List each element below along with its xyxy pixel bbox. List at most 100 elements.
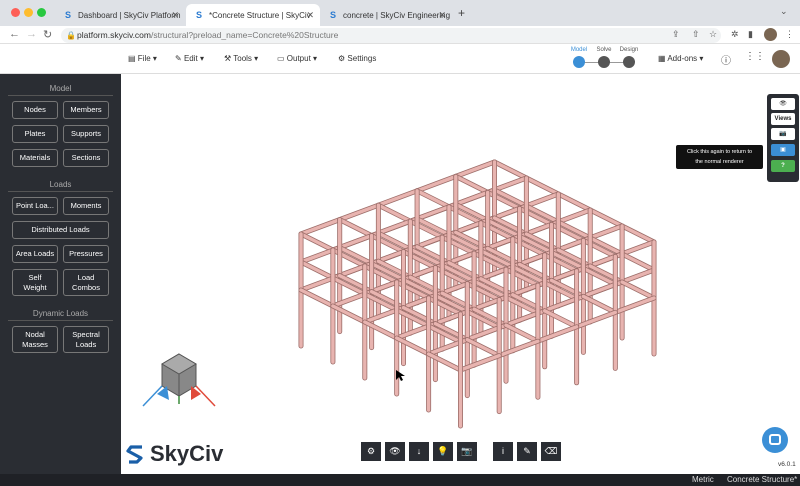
load-combos-button[interactable]: Load Combos [63, 269, 109, 296]
addons-menu[interactable]: ▦ Add-ons ▾ [658, 54, 703, 63]
close-icon[interactable]: ✕ [171, 10, 179, 21]
close-window-button[interactable] [11, 8, 20, 17]
model-canvas[interactable] [121, 74, 800, 474]
plates-button[interactable]: Plates [12, 125, 58, 143]
stage-solve-button[interactable] [598, 56, 610, 68]
render-options-icon[interactable]: ⚙ [361, 442, 381, 461]
addons-menu-label: Add-ons [667, 54, 698, 63]
structural-member[interactable] [492, 160, 529, 180]
maximize-window-button[interactable] [37, 8, 46, 17]
edit-menu[interactable]: ✎ Edit ▾ [175, 54, 204, 63]
pencil-icon[interactable]: ✎ [517, 442, 537, 461]
close-icon[interactable]: ✕ [438, 10, 446, 21]
more-menu-icon[interactable]: ⋮ [785, 29, 794, 40]
structural-member[interactable] [415, 174, 458, 193]
moments-button[interactable]: Moments [63, 197, 109, 215]
profile-avatar[interactable] [764, 28, 777, 41]
structural-member[interactable] [454, 160, 497, 179]
light-bulb-icon[interactable]: 💡 [433, 442, 453, 461]
structural-member[interactable] [337, 203, 381, 222]
eraser-icon[interactable]: ⌫ [541, 442, 561, 461]
info-icon[interactable]: i [493, 442, 513, 461]
user-avatar[interactable] [772, 50, 790, 68]
structural-member[interactable] [620, 224, 656, 244]
sidebar-panel-icon[interactable]: ▮ [748, 29, 753, 40]
structural-member[interactable] [588, 208, 624, 228]
structural-member[interactable] [415, 189, 451, 209]
structure-3d-view[interactable] [121, 74, 800, 474]
distributed-loads-button[interactable]: Distributed Loads [12, 221, 109, 239]
visibility-eye-icon[interactable]: 👁 [385, 442, 405, 461]
screenshot-camera-icon[interactable]: 📷 [457, 442, 477, 461]
section-title-loads: Loads [49, 180, 72, 189]
bookmark-star-icon[interactable]: ☆ [709, 29, 717, 40]
browser-tab-concrete-structure[interactable]: S *Concrete Structure | SkyCiv ✕ [186, 4, 320, 26]
help-question-icon[interactable]: ? [771, 160, 795, 172]
tools-menu[interactable]: ⚒ Tools ▾ [224, 54, 258, 63]
apps-grid-icon[interactable]: ⋮⋮ [745, 51, 765, 62]
nodal-masses-button[interactable]: Nodal Masses [12, 326, 58, 353]
project-name: Concrete Structure* [727, 475, 798, 484]
eye-icon[interactable]: 👁 [771, 98, 795, 110]
close-icon[interactable]: ✕ [306, 10, 314, 21]
pressures-button[interactable]: Pressures [63, 245, 109, 263]
output-menu[interactable]: ▭ Output ▾ [277, 54, 317, 63]
view-cube-icon[interactable] [142, 353, 216, 407]
stage-model-button[interactable] [573, 56, 585, 68]
structural-member[interactable] [376, 189, 419, 207]
sections-button[interactable]: Sections [63, 149, 109, 167]
point-loads-button[interactable]: Point Loa... [12, 197, 58, 215]
back-arrow-icon[interactable]: ← [9, 28, 20, 40]
structural-member[interactable] [524, 176, 560, 196]
materials-button[interactable]: Materials [12, 149, 58, 167]
forward-arrow-icon[interactable]: → [26, 28, 37, 40]
units-indicator[interactable]: Metric [692, 475, 714, 484]
stage-design-button[interactable] [623, 56, 635, 68]
members-button[interactable]: Members [63, 101, 109, 119]
chevron-down-icon[interactable]: ⌄ [780, 6, 788, 17]
self-weight-button[interactable]: Self Weight [12, 269, 58, 296]
minimize-window-button[interactable] [24, 8, 33, 17]
spectral-loads-label-line2: Loads [75, 339, 97, 349]
status-bar: Metric Concrete Structure* [0, 474, 800, 486]
structural-member[interactable] [556, 192, 592, 212]
camera-icon[interactable]: 📷 [771, 128, 795, 140]
structural-member[interactable] [620, 280, 656, 300]
new-tab-button[interactable]: + [458, 6, 465, 20]
chat-support-button[interactable] [762, 427, 788, 453]
help-icon[interactable]: ⓘ [721, 52, 731, 67]
section-title-model: Model [49, 84, 72, 93]
file-menu[interactable]: ▤ File ▾ [128, 54, 157, 63]
nodes-button[interactable]: Nodes [12, 101, 58, 119]
structural-member[interactable] [299, 288, 335, 308]
skyciv-favicon-icon: S [195, 10, 202, 20]
url-path: /structural?preload_name=Concrete%20Stru… [151, 30, 339, 40]
structural-member[interactable] [337, 217, 374, 238]
browser-tab-dashboard[interactable]: S Dashboard | SkyCiv Platform ✕ [55, 4, 185, 26]
url-domain: platform.skyciv.com [77, 30, 151, 40]
url-input[interactable]: 🔒 platform.skyciv.com/structural?preload… [61, 28, 721, 43]
app-toolbar: ▤ File ▾ ✎ Edit ▾ ⚒ Tools ▾ ▭ Output ▾ ⚙… [0, 45, 800, 74]
settings-menu[interactable]: ⚙ Settings [338, 54, 376, 63]
upload-icon[interactable]: ⇧ [692, 29, 700, 40]
chat-icon [769, 434, 781, 445]
share-icon[interactable]: ⇪ [672, 29, 680, 40]
browser-tab-concrete-engineering[interactable]: S concrete | SkyCiv Engineering ✕ [320, 4, 452, 26]
structural-member[interactable] [454, 174, 490, 195]
structural-member[interactable] [620, 252, 656, 272]
cube-renderer-icon[interactable]: ▣ [771, 144, 795, 156]
reload-icon[interactable]: ↻ [43, 28, 52, 41]
area-loads-button[interactable]: Area Loads [12, 245, 58, 263]
structural-member[interactable] [376, 203, 412, 223]
structural-member[interactable] [299, 217, 342, 236]
supports-button[interactable]: Supports [63, 125, 109, 143]
spectral-loads-button[interactable]: Spectral Loads [63, 326, 109, 353]
skyciv-logo: SkyCiv [125, 441, 223, 467]
settings-menu-label: Settings [347, 54, 377, 63]
extensions-puzzle-icon[interactable]: ✲ [731, 29, 739, 40]
structural-member[interactable] [299, 260, 335, 280]
structural-member[interactable] [299, 232, 335, 252]
pointer-down-icon[interactable]: ↓ [409, 442, 429, 461]
views-button[interactable]: Views [771, 113, 795, 125]
tab-label: Dashboard | SkyCiv Platform [78, 10, 181, 20]
